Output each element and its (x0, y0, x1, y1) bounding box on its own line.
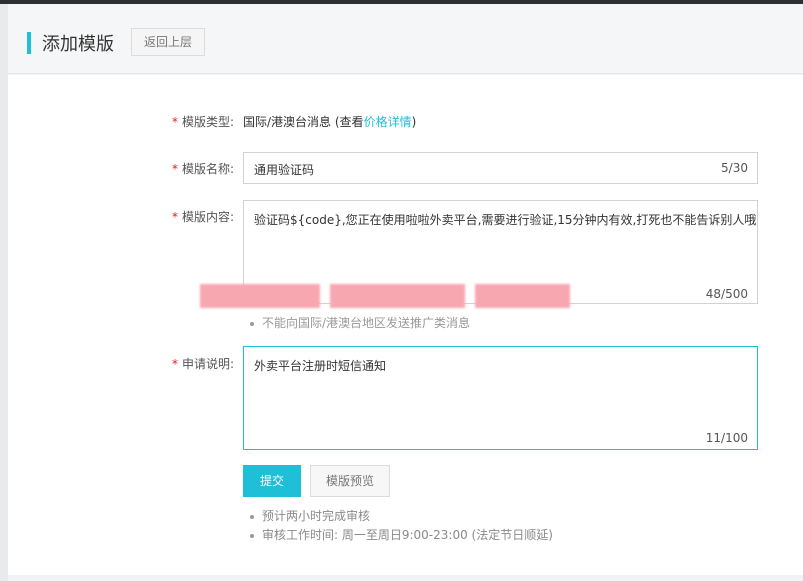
required-mark: * (172, 115, 178, 129)
note-review-time-text: 预计两小时完成审核 (262, 509, 371, 523)
application-label-text: 申请说明: (182, 357, 235, 371)
note-review-time: 预计两小时完成审核 (250, 507, 370, 524)
template-name-label: * 模版名称: (172, 160, 234, 177)
bullet-icon (250, 321, 254, 326)
template-content-counter: 48/500 (705, 287, 748, 301)
page-header: 添加模版 返回上层 (8, 4, 803, 74)
application-value: 外卖平台注册时短信通知 (254, 359, 387, 373)
note-work-hours-text: 审核工作时间: 周一至周日9:00-23:00 (法定节日顺延) (262, 528, 553, 542)
template-type-value-row: 国际/港澳台消息 (查看价格详情) (243, 113, 416, 130)
required-mark: * (172, 210, 178, 224)
required-mark: * (172, 357, 178, 371)
price-details-link[interactable]: 价格详情 (364, 115, 412, 129)
template-name-label-text: 模版名称: (182, 162, 235, 176)
price-paren-open: (查看 (334, 115, 364, 129)
template-name-value: 通用验证码 (254, 163, 315, 177)
application-label: * 申请说明: (172, 355, 234, 372)
page-title: 添加模版 (42, 34, 114, 55)
note-work-hours: 审核工作时间: 周一至周日9:00-23:00 (法定节日顺延) (250, 526, 553, 543)
template-content-label-text: 模版内容: (182, 210, 235, 224)
back-button[interactable]: 返回上层 (131, 28, 205, 56)
template-type-label: * 模版类型: (172, 113, 234, 130)
content-tip-text: 不能向国际/港澳台地区发送推广类消息 (262, 316, 471, 330)
title-accent-bar (27, 32, 31, 54)
template-preview-button[interactable]: 模版预览 (310, 465, 390, 497)
template-type-label-text: 模版类型: (182, 115, 235, 129)
template-name-input[interactable]: 通用验证码 5/30 (243, 152, 758, 184)
template-type-value: 国际/港澳台消息 (243, 115, 332, 129)
content-tip: 不能向国际/港澳台地区发送推广类消息 (250, 314, 470, 331)
template-content-label: * 模版内容: (172, 208, 234, 225)
bullet-icon (250, 514, 254, 519)
left-gutter (0, 4, 8, 581)
submit-button[interactable]: 提交 (243, 465, 301, 497)
application-counter: 11/100 (705, 431, 748, 445)
template-name-counter: 5/30 (721, 161, 748, 175)
redacted-area (200, 276, 570, 316)
required-mark: * (172, 162, 178, 176)
price-paren-close: ) (411, 115, 417, 129)
bullet-icon (250, 533, 254, 538)
template-content-value: 验证码${code},您正在使用啦啦外卖平台,需要进行验证,15分钟内有效,打死… (254, 213, 757, 227)
application-textarea[interactable]: 外卖平台注册时短信通知 11/100 (243, 346, 758, 450)
